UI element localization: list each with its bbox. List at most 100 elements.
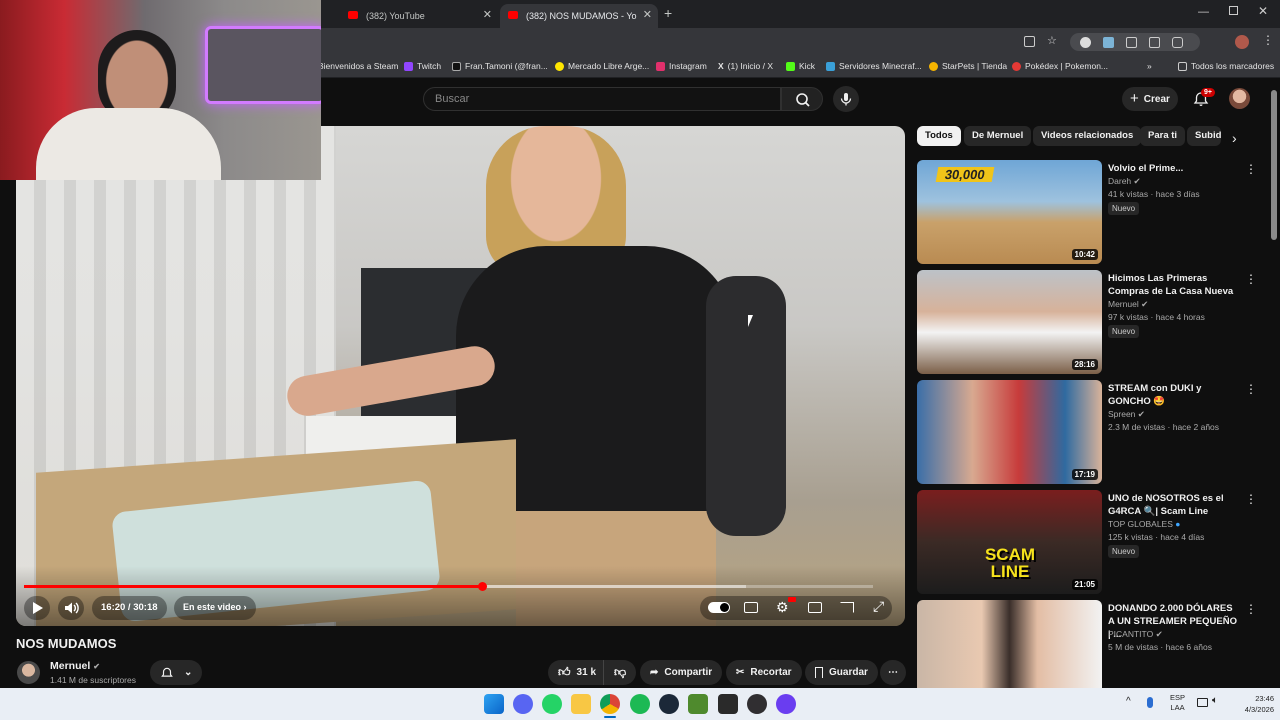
video-title[interactable]: Volvio el Prime... [1108, 162, 1238, 175]
star-icon[interactable]: ☆ [1047, 36, 1057, 47]
bookmark-starpets[interactable]: StarPets | Tienda [929, 61, 1007, 71]
bookmark-x[interactable]: X (1) Inicio / X [718, 61, 773, 71]
bookmark-all[interactable]: Todos los marcadores [1178, 61, 1274, 71]
subscription-button[interactable]: ⌄ [150, 660, 203, 685]
more-options-icon[interactable]: ⋮ [1245, 272, 1257, 286]
tab-youtube[interactable]: (382) YouTube ✕ [340, 4, 498, 28]
recommendation-item[interactable]: SCAM LINE 21:05 UNO de NOSOTROS es el G4… [917, 490, 1257, 594]
save-button[interactable]: Guardar [805, 660, 878, 685]
bookmark-steam[interactable]: Bienvenidos a Steam [318, 61, 398, 71]
search-button[interactable] [781, 87, 823, 111]
settings-icon[interactable]: ⚙ [776, 599, 789, 615]
spotify-icon[interactable] [630, 694, 650, 714]
channel-name[interactable]: PICANTITO ✔ [1108, 629, 1163, 640]
notifications-button[interactable]: 9+ [1192, 88, 1215, 108]
extension-icon[interactable] [1080, 36, 1091, 48]
menu-icon[interactable]: ⋮ [1262, 33, 1274, 47]
chip-de-mernuel[interactable]: De Mernuel [964, 126, 1032, 146]
profile-avatar[interactable] [1235, 35, 1249, 49]
chip-para-ti[interactable]: Para ti [1140, 126, 1186, 146]
bookmark-pokedex[interactable]: Pokédex | Pokemon... [1012, 61, 1108, 71]
create-button[interactable]: + Crear [1122, 87, 1178, 111]
search-input[interactable]: Buscar [423, 87, 781, 111]
extension-icon[interactable] [1149, 36, 1160, 48]
bookmark-kick[interactable]: Kick [786, 61, 815, 71]
language-indicator[interactable]: ESP LAA [1170, 693, 1185, 713]
video-title[interactable]: Hicimos Las Primeras Compras de La Casa … [1108, 272, 1238, 298]
video-thumbnail[interactable]: 30,000 10:42 [917, 160, 1102, 264]
whatsapp-icon[interactable] [542, 694, 562, 714]
channel-name[interactable]: Spreen ✔ [1108, 409, 1145, 420]
share-button[interactable]: ➦ Compartir [640, 660, 723, 685]
bookmark-twitch[interactable]: Twitch [404, 61, 441, 71]
obs-icon[interactable] [747, 694, 767, 714]
fullscreen-icon[interactable]: ⤢ [873, 598, 884, 615]
discord-icon[interactable] [513, 694, 533, 714]
recommendation-item[interactable]: DONANDO 2.000 DÓLARES A UN STREAMER PEQU… [917, 600, 1257, 688]
file-explorer-icon[interactable] [571, 694, 591, 714]
miniplayer-icon[interactable] [808, 602, 822, 613]
channel-avatar[interactable] [17, 661, 40, 684]
chapters-button[interactable]: En este video › [174, 596, 256, 620]
bookmark-instagram[interactable]: Instagram [656, 61, 707, 71]
more-options-icon[interactable]: ⋮ [1245, 382, 1257, 396]
window-close-button[interactable]: ✕ [1258, 4, 1268, 18]
clip-button[interactable]: ✂ Recortar [726, 660, 802, 685]
more-options-icon[interactable]: ⋮ [1245, 492, 1257, 506]
epic-games-icon[interactable] [718, 694, 738, 714]
cast-icon[interactable] [840, 602, 854, 613]
bookmark-tiktok[interactable]: Fran.Tamoni (@fran... [452, 61, 548, 71]
recommendation-item[interactable]: 28:16 Hicimos Las Primeras Compras de La… [917, 270, 1257, 374]
voice-search-button[interactable] [833, 86, 859, 112]
channel-name-main[interactable]: Mernuel ✔ [50, 660, 100, 672]
progress-bar[interactable] [24, 582, 873, 591]
video-thumbnail[interactable]: SCAM LINE 21:05 [917, 490, 1102, 594]
close-icon[interactable]: ✕ [483, 8, 492, 21]
tab-nos-mudamos[interactable]: (382) NOS MUDAMOS - Yo ✕ [500, 4, 658, 28]
tray-overflow-icon[interactable]: ^ [1126, 696, 1131, 707]
chrome-icon[interactable] [600, 694, 620, 714]
chip-videos-relacionados[interactable]: Videos relacionados [1033, 126, 1142, 146]
more-options-icon[interactable]: ⋮ [1245, 162, 1257, 176]
bookmark-mercadolibre[interactable]: Mercado Libre Arge... [555, 61, 649, 71]
channel-name[interactable]: Mernuel ✔ [1108, 299, 1148, 310]
autoplay-toggle[interactable] [708, 602, 730, 613]
microphone-tray-icon[interactable] [1147, 697, 1153, 708]
avatar[interactable] [1229, 88, 1250, 109]
puzzle-icon[interactable] [1172, 36, 1183, 48]
video-title[interactable]: UNO de NOSOTROS es el G4RCA 🔍| Scam Line [1108, 492, 1238, 518]
video-thumbnail[interactable] [917, 600, 1102, 688]
steam-icon[interactable] [659, 694, 679, 714]
chip-subidos[interactable]: Subid [1187, 126, 1221, 146]
volume-button[interactable] [58, 596, 84, 620]
minecraft-icon[interactable] [688, 694, 708, 714]
extension-icon[interactable] [1103, 36, 1114, 48]
dislike-button[interactable]: 👎︎ [603, 660, 637, 685]
channel-name[interactable]: Dareh ✔ [1108, 176, 1141, 187]
new-tab-button[interactable]: + [664, 5, 672, 21]
video-title[interactable]: STREAM con DUKI y GONCHO 🤩 [1108, 382, 1238, 408]
chip-todos[interactable]: Todos [917, 126, 961, 146]
recommendation-item[interactable]: 17:19 STREAM con DUKI y GONCHO 🤩 Spreen … [917, 380, 1257, 484]
volume-tray-icon[interactable]: 🔈︎ [1212, 695, 1218, 706]
close-icon[interactable]: ✕ [643, 8, 652, 21]
video-player[interactable]: 16:20 / 30:18 En este video › ⚙ ⤢ [16, 126, 905, 626]
app-icon[interactable] [776, 694, 796, 714]
minimize-button[interactable]: — [1198, 6, 1209, 18]
bookmarks-overflow-icon[interactable]: » [1147, 61, 1152, 71]
like-button[interactable]: 👍︎ 31 k [548, 660, 609, 685]
more-options-icon[interactable]: ⋮ [1245, 602, 1257, 616]
more-actions-button[interactable]: ⋯ [880, 660, 906, 685]
video-thumbnail[interactable]: 28:16 [917, 270, 1102, 374]
subtitles-icon[interactable] [744, 602, 758, 613]
clock[interactable]: 23:46 4/3/2026 [1228, 693, 1274, 715]
extension-icon[interactable] [1126, 36, 1137, 48]
bookmark-minecraft[interactable]: Servidores Minecraf... [826, 61, 922, 71]
scrollbar[interactable] [1271, 90, 1277, 240]
restore-button[interactable] [1229, 6, 1238, 15]
install-icon[interactable] [1024, 36, 1035, 47]
video-thumbnail[interactable]: 17:19 [917, 380, 1102, 484]
recommendation-item[interactable]: 30,000 10:42 Volvio el Prime... Dareh ✔ … [917, 160, 1257, 264]
channel-name[interactable]: TOP GLOBALES ● [1108, 519, 1180, 529]
play-button[interactable] [24, 596, 50, 620]
